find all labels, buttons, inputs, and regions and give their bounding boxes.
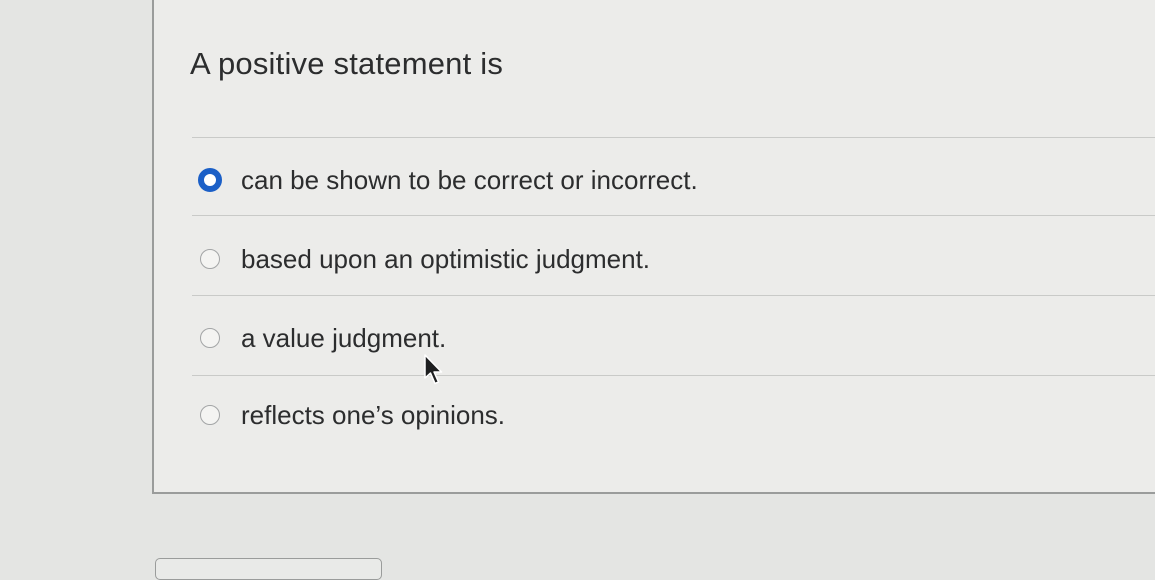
divider <box>192 295 1155 296</box>
divider <box>192 137 1155 138</box>
radio-button-selected[interactable] <box>198 168 222 192</box>
radio-button[interactable] <box>200 328 220 348</box>
option-label: reflects one’s opinions. <box>241 399 506 430</box>
radio-button[interactable] <box>200 405 220 425</box>
option-label: a value judgment. <box>241 322 447 353</box>
option-3[interactable]: a value judgment. <box>200 318 446 358</box>
option-label: based upon an optimistic judgment. <box>241 243 651 274</box>
option-1[interactable]: can be shown to be correct or incorrect. <box>198 160 698 200</box>
mouse-pointer-icon <box>423 354 445 393</box>
divider <box>192 215 1155 216</box>
option-label: can be shown to be correct or incorrect. <box>241 164 698 195</box>
divider <box>192 375 1155 376</box>
question-card: A positive statement is can be shown to … <box>152 0 1155 494</box>
option-4[interactable]: reflects one’s opinions. <box>200 395 505 435</box>
option-2[interactable]: based upon an optimistic judgment. <box>200 239 650 279</box>
next-panel-edge <box>155 558 382 580</box>
question-text: A positive statement is <box>190 46 504 81</box>
radio-button[interactable] <box>200 249 220 269</box>
